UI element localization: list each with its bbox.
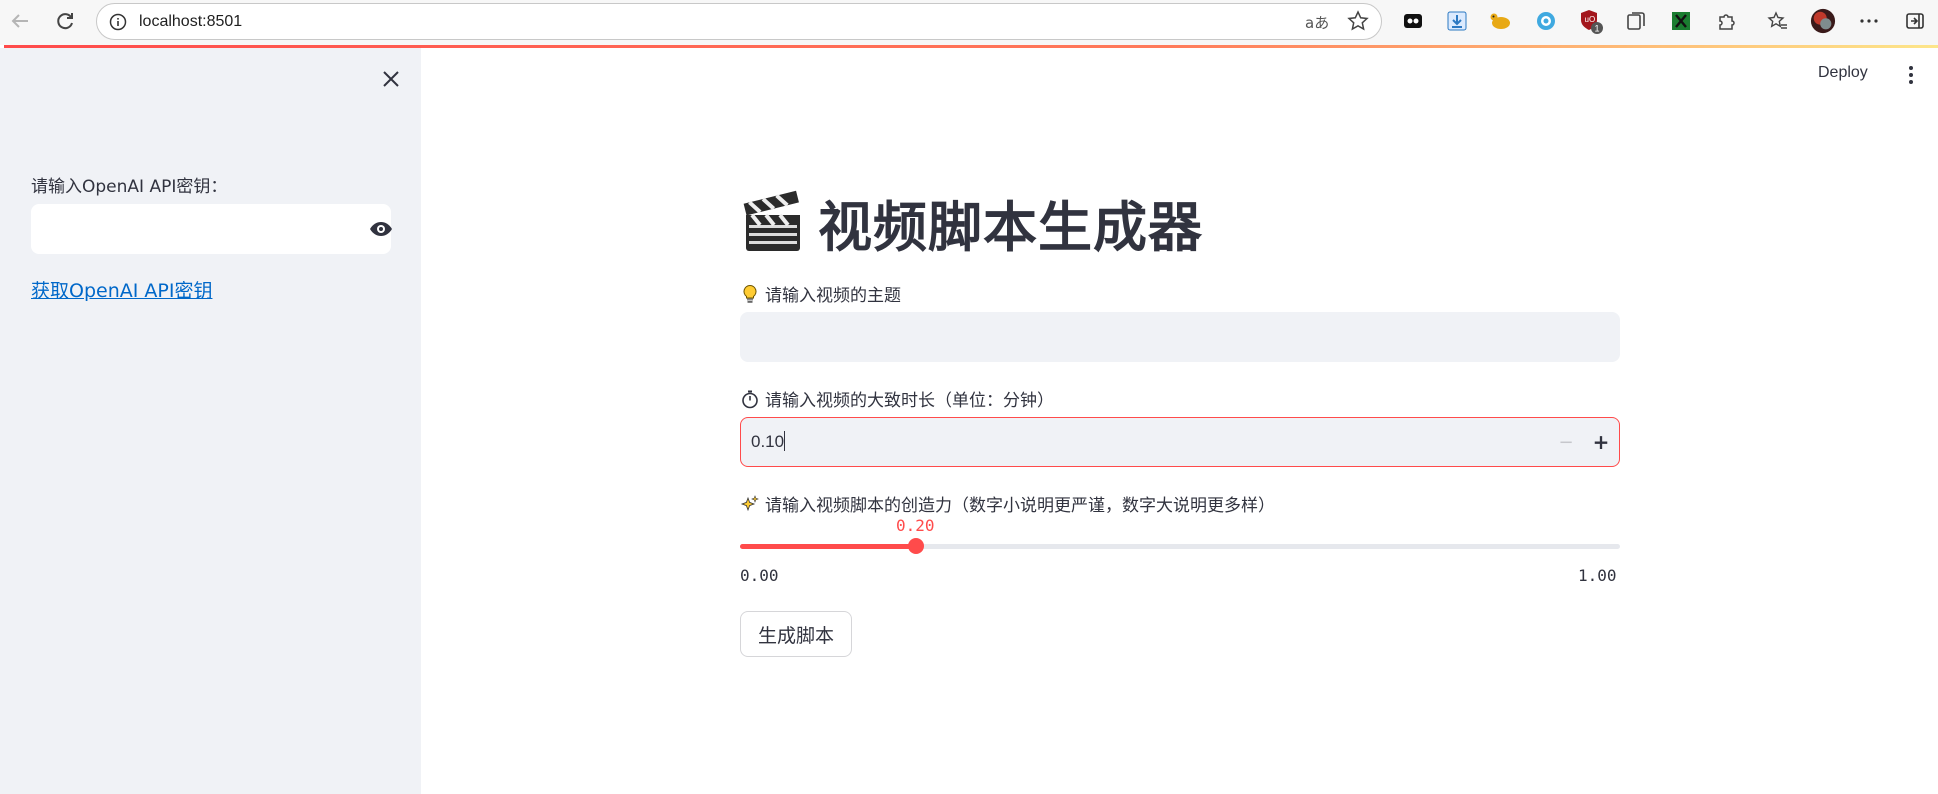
- generate-script-button[interactable]: 生成脚本: [740, 611, 852, 657]
- show-password-eye-icon[interactable]: [368, 218, 394, 240]
- address-bar[interactable]: localhost:8501 aあ: [96, 3, 1382, 40]
- clapperboard-icon: [740, 189, 806, 255]
- extension-animal-icon[interactable]: [1488, 8, 1514, 34]
- lightbulb-icon: [740, 284, 760, 304]
- slider-fill: [740, 544, 916, 549]
- page-title: 视频脚本生成器: [818, 195, 1203, 259]
- extension-glasses-icon[interactable]: [1400, 8, 1426, 34]
- browser-menu-icon[interactable]: [1856, 8, 1882, 34]
- creativity-label-row: 请输入视频脚本的创造力（数字小说明更严谨，数字大说明更多样）: [740, 491, 1275, 516]
- creativity-label: 请输入视频脚本的创造力（数字小说明更严谨，数字大说明更多样）: [765, 496, 1275, 516]
- slider-min-label: 0.00: [740, 566, 779, 585]
- duration-value[interactable]: 0.10: [751, 431, 786, 452]
- get-api-key-link[interactable]: 获取OpenAI API密钥: [31, 276, 212, 303]
- extension-circle-icon[interactable]: [1533, 8, 1559, 34]
- extension-ublock-icon[interactable]: uO 1: [1578, 8, 1604, 34]
- translate-icon[interactable]: aあ: [1305, 12, 1329, 33]
- subject-label: 请输入视频的主题: [765, 286, 901, 306]
- subject-input[interactable]: [740, 312, 1620, 362]
- page-title-row: 视频脚本生成器: [740, 186, 1203, 259]
- back-icon[interactable]: [8, 9, 32, 33]
- svg-text:1: 1: [1595, 24, 1600, 34]
- extensions-puzzle-icon[interactable]: [1713, 8, 1739, 34]
- extension-collections-icon[interactable]: [1623, 8, 1649, 34]
- main-menu-icon[interactable]: [1904, 64, 1918, 86]
- api-key-label: 请输入OpenAI API密钥：: [31, 177, 228, 197]
- duration-label-row: 请输入视频的大致时长（单位：分钟）: [740, 386, 1054, 411]
- extension-x-icon[interactable]: [1668, 8, 1694, 34]
- sidebar: 请输入OpenAI API密钥： 获取OpenAI API密钥: [0, 48, 421, 794]
- duration-number-input[interactable]: 0.10 − +: [740, 417, 1620, 467]
- slider-thumb[interactable]: [908, 538, 924, 554]
- favorite-star-icon[interactable]: [1347, 10, 1369, 36]
- api-key-input[interactable]: [31, 204, 394, 254]
- slider-max-label: 1.00: [1578, 566, 1617, 585]
- increment-button[interactable]: +: [1586, 428, 1616, 456]
- decrement-button[interactable]: −: [1551, 428, 1581, 456]
- stopwatch-icon: [740, 389, 760, 409]
- info-icon[interactable]: [109, 13, 127, 35]
- browser-toolbar: localhost:8501 aあ uO 1: [0, 0, 1938, 45]
- favorites-icon[interactable]: [1765, 8, 1791, 34]
- profile-avatar[interactable]: [1810, 8, 1836, 34]
- deploy-button[interactable]: Deploy: [1818, 64, 1868, 82]
- sidebar-toggle-icon[interactable]: [1902, 8, 1928, 34]
- duration-label: 请输入视频的大致时长（单位：分钟）: [765, 391, 1054, 411]
- slider-value-label: 0.20: [896, 516, 935, 535]
- extension-download-icon[interactable]: [1444, 8, 1470, 34]
- subject-label-row: 请输入视频的主题: [740, 281, 901, 306]
- creativity-slider-track[interactable]: [740, 538, 1620, 554]
- url-text[interactable]: localhost:8501: [139, 13, 242, 31]
- close-sidebar-icon[interactable]: [380, 68, 402, 90]
- sparkles-icon: [740, 494, 760, 514]
- reload-icon[interactable]: [53, 9, 77, 33]
